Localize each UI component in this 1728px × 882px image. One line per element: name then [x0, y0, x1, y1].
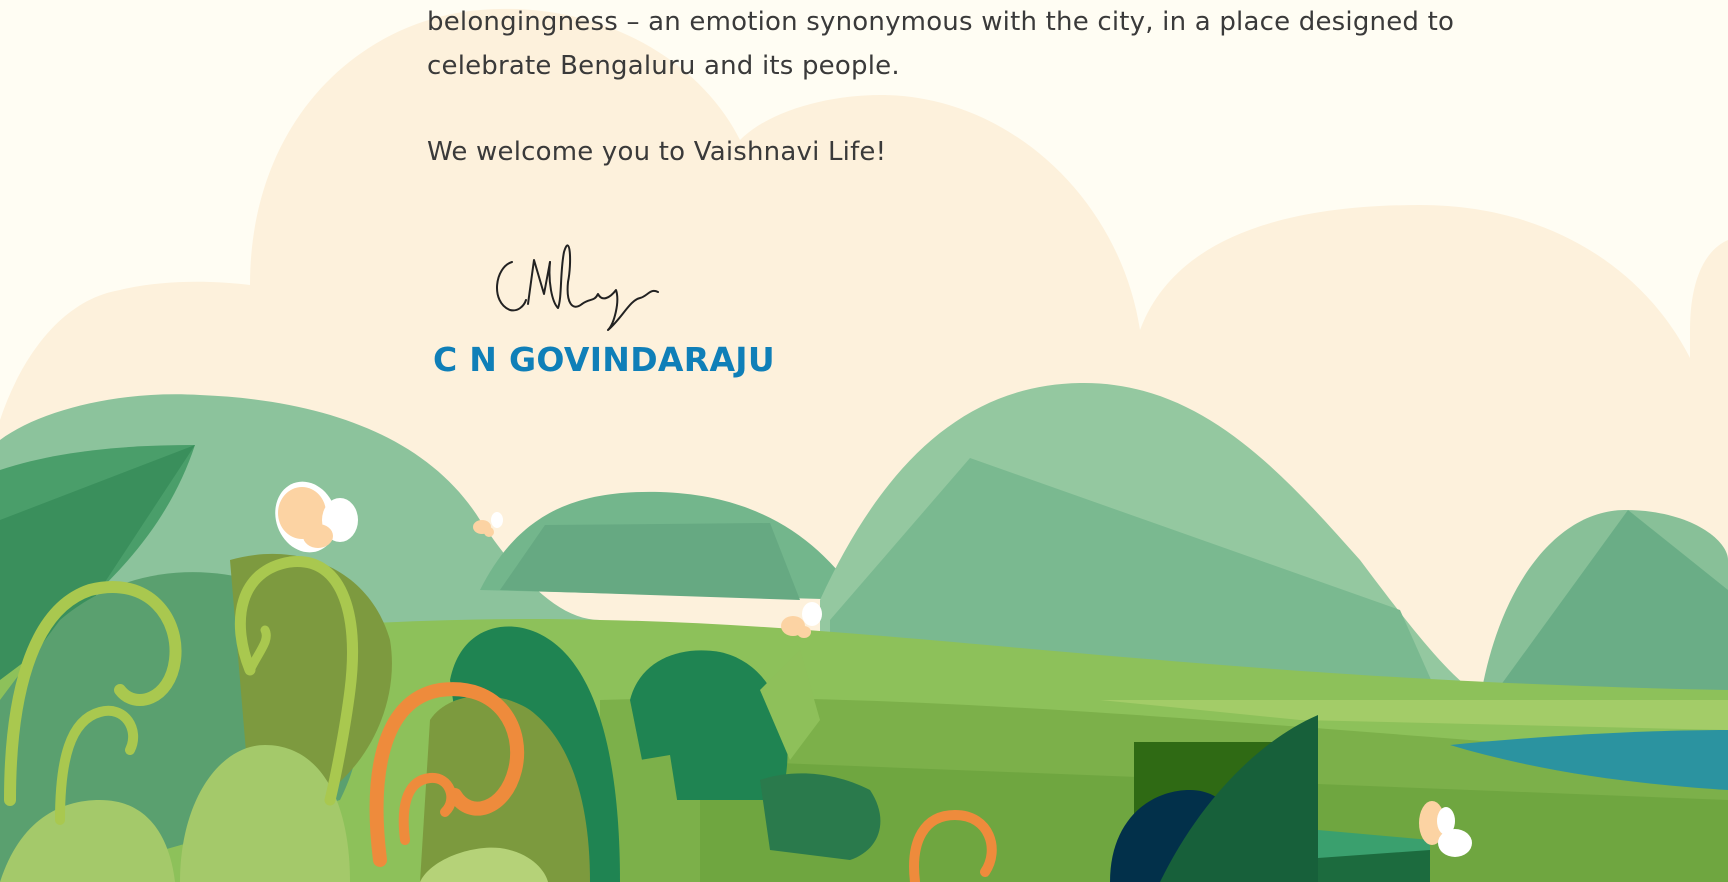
- paragraph-line: celebrate Bengaluru and its people.: [427, 51, 900, 81]
- closing-paragraph: belongingness – an emotion synonymous wi…: [427, 0, 1454, 88]
- welcome-line: We welcome you to Vaishnavi Life!: [427, 137, 887, 167]
- signatory-name: C N GOVINDARAJU: [433, 340, 775, 379]
- signature-icon: [496, 244, 659, 331]
- paragraph-line: belongingness – an emotion synonymous wi…: [427, 7, 1455, 37]
